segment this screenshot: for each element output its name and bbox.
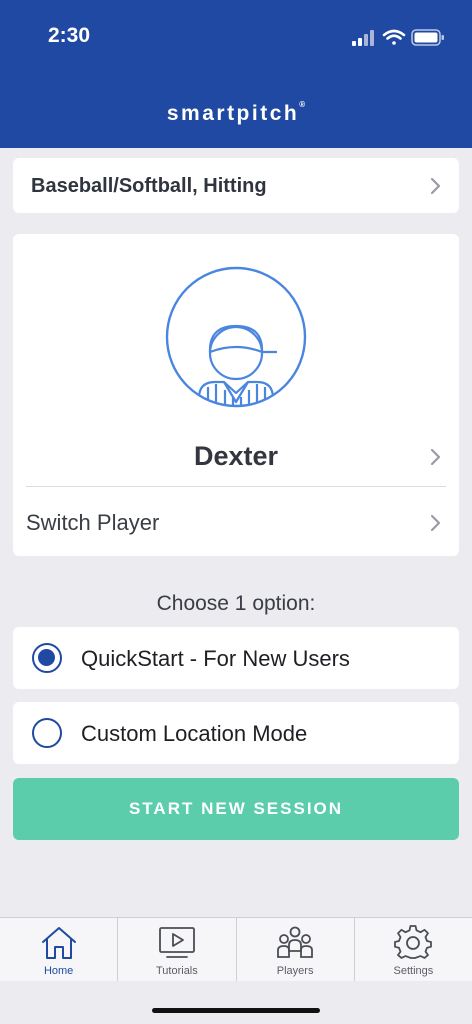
player-card: Dexter Switch Player (13, 234, 459, 556)
radio-selected[interactable] (32, 643, 62, 673)
option-label: QuickStart - For New Users (81, 646, 350, 671)
player-name[interactable]: Dexter (13, 441, 459, 472)
tab-players[interactable]: Players (237, 918, 355, 981)
home-icon (41, 927, 76, 959)
cellular-signal-icon (352, 30, 374, 46)
brand-text: smartpitch (166, 102, 300, 125)
app-header: 2:30 smartpitch® (0, 0, 472, 148)
group-icon (277, 926, 314, 958)
sport-selector[interactable]: Baseball/Softball, Hitting (13, 158, 459, 213)
gear-icon (394, 925, 433, 959)
tab-tutorials[interactable]: Tutorials (118, 918, 237, 981)
brand-mark: ® (299, 100, 306, 109)
options-heading: Choose 1 option: (156, 592, 316, 615)
tab-label: Players (276, 965, 314, 977)
status-time: 2:30 (48, 24, 91, 47)
battery-icon (411, 29, 444, 46)
tab-home[interactable]: Home (0, 918, 119, 981)
divider (26, 486, 446, 487)
tab-label: Settings (393, 965, 434, 977)
chevron-right-icon (430, 177, 441, 195)
status-icons (352, 29, 444, 46)
tab-settings[interactable]: Settings (355, 918, 472, 981)
chevron-right-icon (430, 448, 441, 466)
brand-logo: smartpitch® (0, 100, 472, 126)
wifi-icon (382, 29, 406, 45)
sport-selector-label: Baseball/Softball, Hitting (31, 175, 267, 197)
player-avatar-icon (165, 266, 307, 408)
switch-player-label: Switch Player (26, 510, 160, 535)
play-screen-icon (158, 927, 195, 958)
tab-label: Home (43, 965, 74, 977)
option-quickstart[interactable]: QuickStart - For New Users (13, 627, 459, 689)
tab-label: Tutorials (155, 965, 198, 977)
option-custom-location[interactable]: Custom Location Mode (13, 702, 459, 764)
start-new-session-button[interactable]: START NEW SESSION (13, 778, 459, 840)
home-indicator[interactable] (152, 1008, 320, 1013)
option-label: Custom Location Mode (81, 721, 308, 746)
radio-unselected[interactable] (32, 718, 62, 748)
chevron-right-icon (430, 514, 441, 532)
tab-bar: Home Tutorials Players Settings (0, 917, 472, 981)
